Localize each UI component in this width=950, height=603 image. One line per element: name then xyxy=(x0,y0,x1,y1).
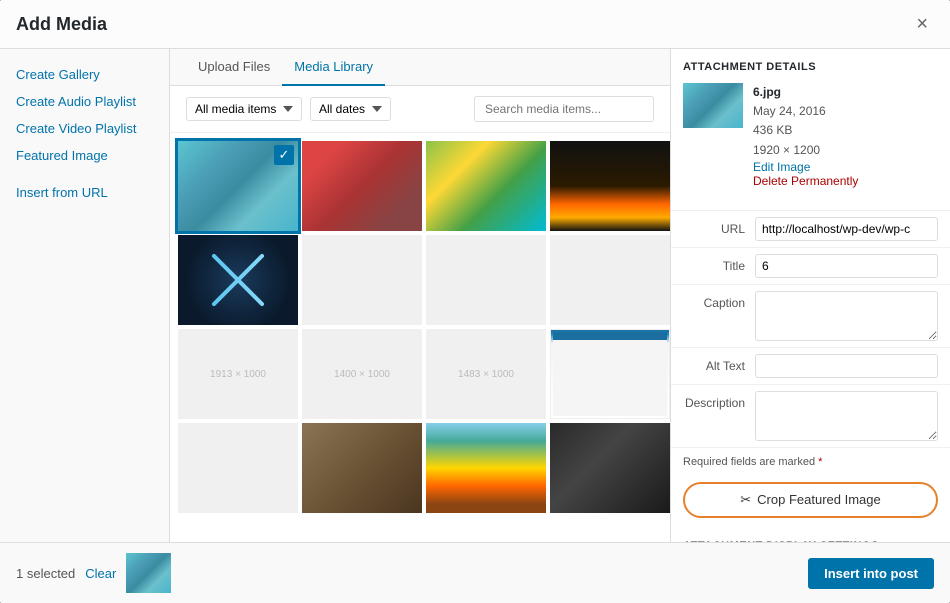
media-thumb-15[interactable] xyxy=(426,423,546,513)
selected-thumb-preview xyxy=(126,553,171,593)
title-label: Title xyxy=(683,254,755,273)
placeholder-size-label-2: 1400 × 1000 xyxy=(334,369,390,380)
insert-into-post-button[interactable]: Insert into post xyxy=(808,558,934,589)
tab-media-library[interactable]: Media Library xyxy=(282,49,385,86)
url-field-row: URL xyxy=(671,211,950,248)
media-thumb-7[interactable] xyxy=(426,235,546,325)
selected-thumb-image xyxy=(126,553,171,593)
media-thumb-14[interactable] xyxy=(302,423,422,513)
placeholder-size-label-3: 1483 × 1000 xyxy=(458,369,514,380)
media-thumb-4[interactable] xyxy=(550,141,670,231)
media-row-4 xyxy=(178,423,662,513)
tabs-bar: Upload Files Media Library xyxy=(170,49,670,86)
media-thumb-12[interactable] xyxy=(550,329,670,419)
modal-footer: 1 selected Clear Insert into post xyxy=(0,542,950,603)
attachment-meta-info: 6.jpg May 24, 2016 436 KB 1920 × 1200 Ed… xyxy=(753,83,858,188)
crop-button-wrap: ✂ Crop Featured Image xyxy=(671,476,950,528)
screenshot-header-bar xyxy=(553,332,667,340)
required-note: Required fields are marked * xyxy=(671,448,950,476)
url-label: URL xyxy=(683,217,755,236)
edit-image-link[interactable]: Edit Image xyxy=(753,160,858,174)
url-input[interactable] xyxy=(755,217,938,241)
screenshot-thumb xyxy=(551,330,669,418)
media-thumb-5[interactable] xyxy=(178,235,298,325)
caption-textarea[interactable] xyxy=(755,291,938,341)
right-panel: ATTACHMENT DETAILS 6.jpg May 24, 2016 43… xyxy=(670,49,950,542)
media-thumb-16[interactable] xyxy=(550,423,670,513)
modal-title: Add Media xyxy=(16,14,107,35)
x-icon-shape xyxy=(178,235,298,325)
alt-text-label: Alt Text xyxy=(683,354,755,373)
selected-count: 1 selected xyxy=(16,566,75,581)
media-thumb-2[interactable] xyxy=(302,141,422,231)
alt-text-input[interactable] xyxy=(755,354,938,378)
add-media-modal: Add Media × Create Gallery Create Audio … xyxy=(0,0,950,603)
sidebar-item-insert-from-url[interactable]: Insert from URL xyxy=(0,179,169,206)
media-thumb-6[interactable] xyxy=(302,235,422,325)
selected-checkmark: ✓ xyxy=(274,145,294,165)
media-row-1: ✓ xyxy=(178,141,662,231)
attachment-preview: 6.jpg May 24, 2016 436 KB 1920 × 1200 Ed… xyxy=(683,83,938,188)
media-grid: ✓ xyxy=(170,133,670,542)
screenshot-body xyxy=(553,340,667,416)
selected-info: 1 selected Clear xyxy=(16,553,171,593)
sidebar-divider xyxy=(0,169,169,179)
sidebar: Create Gallery Create Audio Playlist Cre… xyxy=(0,49,170,542)
attachment-display-settings-section: ATTACHMENT DISPLAY SETTINGS xyxy=(671,528,950,542)
attachment-dimensions: 1920 × 1200 xyxy=(753,141,858,160)
attachment-details-title: ATTACHMENT DETAILS xyxy=(683,61,938,73)
title-input[interactable] xyxy=(755,254,938,278)
media-thumb-9[interactable]: 1913 × 1000 xyxy=(178,329,298,419)
caption-field-row: Caption xyxy=(671,285,950,348)
media-row-3: 1913 × 1000 1400 × 1000 1483 × 1000 xyxy=(178,329,662,419)
attachment-thumb-image xyxy=(683,83,743,128)
filter-media-type[interactable]: All media items xyxy=(186,97,302,121)
modal-header: Add Media × xyxy=(0,0,950,49)
required-note-text: Required fields are marked xyxy=(683,456,815,468)
delete-permanently-link[interactable]: Delete Permanently xyxy=(753,174,858,188)
media-thumb-13[interactable] xyxy=(178,423,298,513)
clear-selection-link[interactable]: Clear xyxy=(85,566,116,581)
media-thumb-1[interactable]: ✓ xyxy=(178,141,298,231)
sidebar-item-create-audio-playlist[interactable]: Create Audio Playlist xyxy=(0,88,169,115)
description-textarea[interactable] xyxy=(755,391,938,441)
sidebar-item-featured-image[interactable]: Featured Image xyxy=(0,142,169,169)
attachment-filesize: 436 KB xyxy=(753,121,858,140)
tab-upload-files[interactable]: Upload Files xyxy=(186,49,282,86)
placeholder-size-label: 1913 × 1000 xyxy=(210,369,266,380)
filter-date[interactable]: All dates xyxy=(310,97,391,121)
attachment-details-section: ATTACHMENT DETAILS 6.jpg May 24, 2016 43… xyxy=(671,49,950,211)
media-thumb-10[interactable]: 1400 × 1000 xyxy=(302,329,422,419)
title-field-row: Title xyxy=(671,248,950,285)
media-toolbar: All media items All dates xyxy=(170,86,670,133)
attachment-thumbnail xyxy=(683,83,743,128)
modal-overlay: Add Media × Create Gallery Create Audio … xyxy=(0,0,950,603)
sidebar-item-create-gallery[interactable]: Create Gallery xyxy=(0,61,169,88)
search-input[interactable] xyxy=(474,96,654,122)
caption-label: Caption xyxy=(683,291,755,310)
description-label: Description xyxy=(683,391,755,410)
crop-icon: ✂ xyxy=(740,492,751,508)
media-thumb-11[interactable]: 1483 × 1000 xyxy=(426,329,546,419)
required-asterisk: * xyxy=(818,456,822,468)
media-thumb-3[interactable] xyxy=(426,141,546,231)
attachment-links: Edit Image Delete Permanently xyxy=(753,160,858,188)
alt-text-field-row: Alt Text xyxy=(671,348,950,385)
modal-body: Create Gallery Create Audio Playlist Cre… xyxy=(0,49,950,542)
description-field-row: Description xyxy=(671,385,950,448)
media-thumb-8[interactable] xyxy=(550,235,670,325)
close-button[interactable]: × xyxy=(910,12,934,36)
attachment-date: May 24, 2016 xyxy=(753,102,858,121)
crop-button-label: Crop Featured Image xyxy=(757,492,881,507)
media-row-2 xyxy=(178,235,662,325)
main-content: Upload Files Media Library All media ite… xyxy=(170,49,670,542)
sidebar-item-create-video-playlist[interactable]: Create Video Playlist xyxy=(0,115,169,142)
crop-featured-image-button[interactable]: ✂ Crop Featured Image xyxy=(683,482,938,518)
attachment-filename: 6.jpg xyxy=(753,83,858,102)
attachment-meta: 6.jpg May 24, 2016 436 KB 1920 × 1200 xyxy=(753,83,858,160)
